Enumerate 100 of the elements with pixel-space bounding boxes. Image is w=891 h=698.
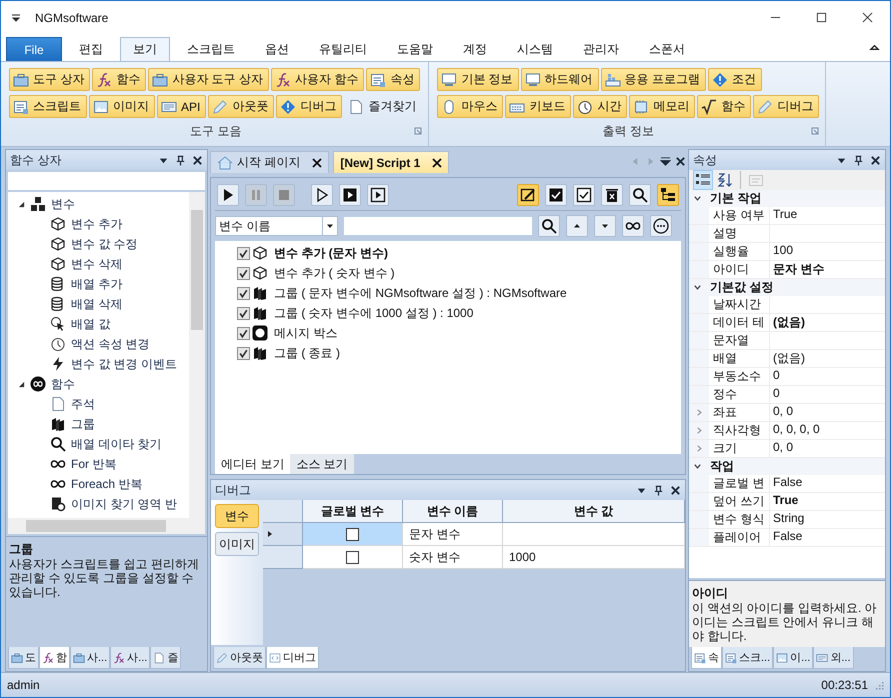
panel-tab[interactable]: 즐	[150, 647, 182, 669]
panel-tab[interactable]: 사...	[70, 647, 110, 669]
more-button[interactable]	[650, 215, 672, 237]
close-icon[interactable]	[675, 156, 686, 166]
toolbar-button[interactable]	[657, 184, 679, 206]
ribbon-button[interactable]: 도구 상자	[9, 68, 90, 91]
expander-cell[interactable]	[689, 422, 709, 439]
ribbon-button[interactable]: 마우스	[437, 95, 504, 118]
close-icon[interactable]	[192, 154, 203, 166]
file-menu-button[interactable]: File	[6, 37, 62, 61]
script-action[interactable]: 그룹 ( 숫자 변수에 1000 설정 ) : 1000	[274, 304, 474, 322]
script-action[interactable]: 그룹 ( 문자 변수에 NGMsoftware 설정 ) : NGMsoftware	[274, 284, 567, 302]
tree-item[interactable]: 변수 삭제	[71, 256, 122, 272]
ribbon-button[interactable]: 이미지	[89, 95, 155, 118]
move-down-button[interactable]	[594, 215, 616, 237]
property-value[interactable]: True	[770, 493, 885, 510]
ribbon-button[interactable]: API	[157, 95, 206, 118]
tree-item[interactable]: Foreach 반복	[71, 476, 142, 492]
expander-cell[interactable]	[689, 243, 709, 260]
expander-cell[interactable]	[689, 314, 709, 331]
view-tab[interactable]: 에디터 보기	[215, 454, 290, 474]
close-icon[interactable]	[432, 158, 442, 168]
expander-cell[interactable]	[689, 511, 709, 528]
toolbar-button[interactable]	[311, 184, 333, 206]
expander-cell[interactable]	[689, 529, 709, 546]
pin-icon[interactable]	[653, 484, 664, 496]
expander-cell[interactable]	[689, 332, 709, 349]
ribbon-button[interactable]: 디버그	[276, 95, 342, 118]
ribbon-button[interactable]: 조건	[708, 68, 762, 91]
panel-tab[interactable]: 도	[8, 647, 39, 669]
search-button[interactable]	[538, 215, 560, 237]
ribbon-tab[interactable]: 보기	[120, 37, 170, 61]
property-value[interactable]: 0	[770, 368, 885, 385]
tree-item[interactable]: 변수 추가	[71, 216, 122, 232]
property-value[interactable]: 0, 0	[770, 404, 885, 421]
expander-cell[interactable]	[689, 386, 709, 403]
close-icon[interactable]	[670, 484, 681, 496]
ribbon-button[interactable]: 디버그	[753, 95, 820, 118]
tree-item[interactable]: 함수	[51, 376, 75, 392]
expander-cell[interactable]	[689, 261, 709, 278]
column-header[interactable]: 변수 이름	[403, 500, 503, 523]
property-value[interactable]: 100	[770, 243, 885, 260]
toolbar-button[interactable]	[367, 184, 389, 206]
script-action[interactable]: 메시지 박스	[274, 324, 338, 342]
ribbon-button[interactable]: 하드웨어	[520, 68, 599, 91]
expander-cell[interactable]	[689, 440, 709, 457]
ribbon-button[interactable]: 사용자 도구 상자	[148, 68, 270, 91]
column-header[interactable]: 변수 값	[503, 500, 685, 523]
chevron-down-icon[interactable]	[693, 283, 702, 292]
property-value[interactable]: (없음)	[770, 314, 885, 331]
checkbox[interactable]	[346, 550, 359, 564]
property-value[interactable]: False	[770, 529, 885, 546]
tree-item[interactable]: 배열 데이타 찾기	[71, 436, 162, 452]
ribbon-button[interactable]: 스크립트	[9, 95, 87, 118]
collapse-ribbon-icon[interactable]	[869, 42, 880, 53]
panel-tab[interactable]: 속	[691, 647, 722, 670]
expander-cell[interactable]	[689, 207, 709, 224]
panel-tab[interactable]: 함	[39, 647, 70, 669]
document-tab[interactable]: 시작 페이지	[210, 151, 330, 173]
expander-cell[interactable]	[689, 296, 709, 313]
view-tab[interactable]: 소스 보기	[290, 454, 354, 474]
tree-item[interactable]: 변수	[51, 196, 75, 212]
script-action[interactable]: 변수 추가 ( 숫자 변수 )	[274, 264, 395, 282]
chevron-down-icon[interactable]	[693, 194, 702, 203]
quick-access-caret-icon[interactable]	[11, 12, 21, 22]
panel-tab[interactable]: 스크...	[722, 647, 774, 670]
toolbar-button[interactable]	[545, 184, 567, 206]
property-value[interactable]: String	[770, 511, 885, 528]
toolbar-button[interactable]	[517, 184, 539, 206]
document-tab[interactable]: [New] Script 1	[333, 151, 450, 173]
panel-tab[interactable]: 이...	[773, 647, 814, 670]
checkbox[interactable]	[346, 528, 359, 540]
property-value[interactable]: 문자 변수	[770, 261, 885, 278]
search-field[interactable]	[344, 217, 532, 235]
ribbon-button[interactable]: 응용 프로그램	[600, 68, 706, 91]
ribbon-button[interactable]: 함수	[697, 95, 752, 118]
toolbar-button[interactable]	[601, 184, 623, 206]
tree-item[interactable]: 변수 값 변경 이벤트	[71, 356, 178, 372]
dropdown-icon[interactable]	[660, 156, 671, 166]
pin-icon[interactable]	[175, 154, 186, 166]
tree-item[interactable]: 변수 값 수정	[71, 236, 138, 252]
toolbar-button[interactable]	[629, 184, 651, 206]
close-icon[interactable]	[870, 154, 881, 166]
ribbon-button[interactable]: 속성	[366, 68, 420, 91]
property-value[interactable]: (없음)	[770, 350, 885, 367]
expander-cell[interactable]	[689, 350, 709, 367]
column-header[interactable]: 글로벌 변수	[303, 500, 403, 523]
script-action[interactable]: 변수 추가 (문자 변수)	[274, 244, 388, 262]
dialog-launcher-icon[interactable]	[811, 127, 820, 135]
property-value[interactable]: 0	[770, 386, 885, 403]
panel-tab[interactable]: 외...	[813, 647, 854, 670]
checkbox[interactable]	[237, 346, 250, 360]
expander-cell[interactable]	[689, 475, 709, 492]
tree-item[interactable]: 배열 추가	[71, 276, 122, 292]
dialog-launcher-icon[interactable]	[414, 127, 422, 135]
checkbox[interactable]	[237, 286, 250, 300]
expander-cell[interactable]	[689, 225, 709, 242]
property-value[interactable]: False	[770, 475, 885, 492]
ribbon-button[interactable]: 아웃풋	[208, 95, 274, 118]
expander-cell[interactable]	[689, 404, 709, 421]
